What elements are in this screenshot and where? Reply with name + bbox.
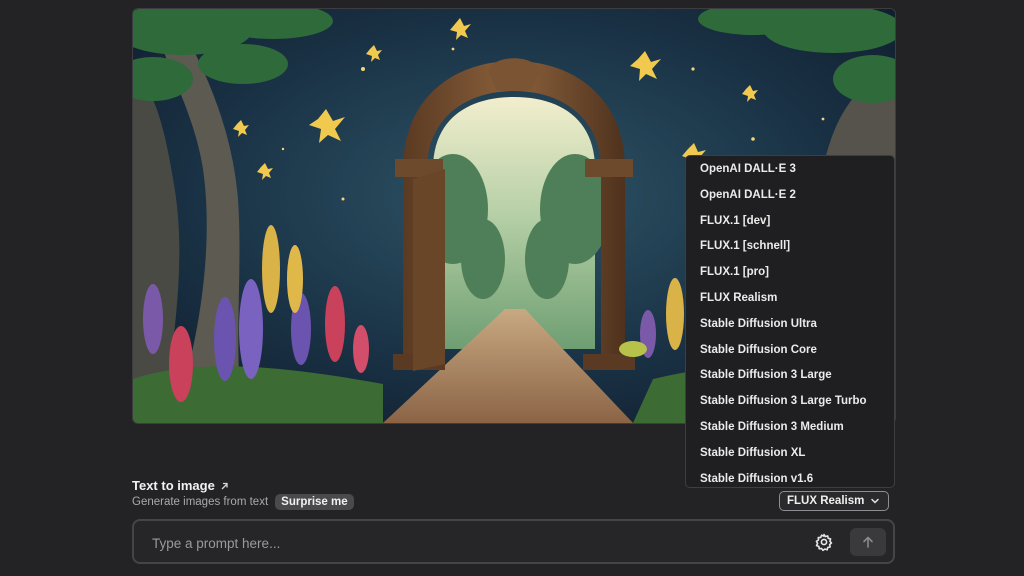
model-option[interactable]: Stable Diffusion v1.6 bbox=[686, 467, 894, 493]
model-option[interactable]: Stable Diffusion Ultra bbox=[686, 312, 894, 338]
model-option[interactable]: FLUX.1 [dev] bbox=[686, 209, 894, 235]
external-link-icon[interactable] bbox=[219, 481, 229, 491]
model-dropdown-menu: OpenAI DALL·E 3 OpenAI DALL·E 2 FLUX.1 [… bbox=[685, 155, 895, 488]
subtitle-row: Generate images from text Surprise me bbox=[132, 494, 354, 510]
model-select-value: FLUX Realism bbox=[787, 495, 865, 507]
model-select-button[interactable]: FLUX Realism bbox=[779, 491, 890, 511]
model-option[interactable]: Stable Diffusion XL bbox=[686, 441, 894, 467]
prompt-bar bbox=[132, 519, 895, 564]
page-title-text: Text to image bbox=[132, 478, 215, 493]
page-title: Text to image bbox=[132, 478, 229, 493]
model-option[interactable]: OpenAI DALL·E 3 bbox=[686, 157, 894, 183]
gear-icon[interactable] bbox=[814, 532, 834, 552]
model-option[interactable]: FLUX.1 [schnell] bbox=[686, 234, 894, 260]
subtitle-text: Generate images from text bbox=[132, 496, 269, 508]
model-option[interactable]: Stable Diffusion 3 Medium bbox=[686, 415, 894, 441]
model-option[interactable]: Stable Diffusion 3 Large bbox=[686, 363, 894, 389]
arrow-up-icon bbox=[863, 536, 873, 548]
model-option[interactable]: Stable Diffusion 3 Large Turbo bbox=[686, 389, 894, 415]
text-to-image-page: Text to image Generate images from text … bbox=[0, 0, 1024, 576]
chevron-down-icon bbox=[871, 498, 880, 504]
model-option[interactable]: FLUX Realism bbox=[686, 286, 894, 312]
prompt-input[interactable] bbox=[150, 532, 794, 554]
model-option[interactable]: OpenAI DALL·E 2 bbox=[686, 183, 894, 209]
send-button[interactable] bbox=[850, 528, 886, 556]
model-option[interactable]: Stable Diffusion Core bbox=[686, 338, 894, 364]
model-option[interactable]: FLUX.1 [pro] bbox=[686, 260, 894, 286]
surprise-me-button[interactable]: Surprise me bbox=[275, 494, 354, 510]
